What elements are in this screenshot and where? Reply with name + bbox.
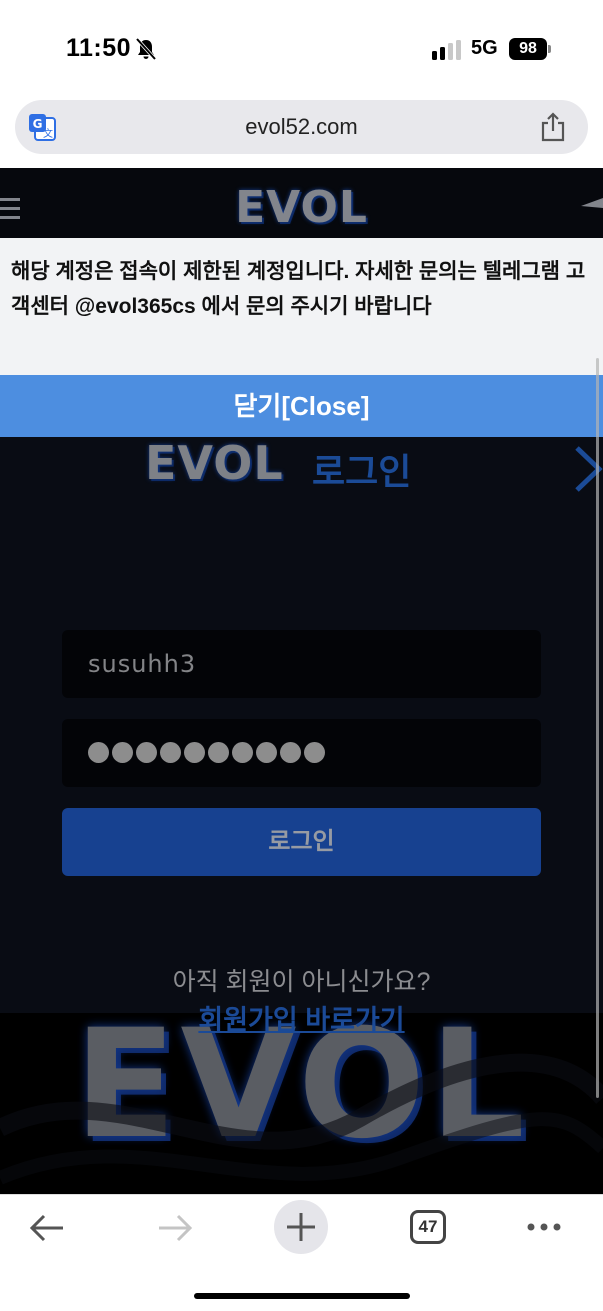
status-time: 11:50 (66, 34, 132, 62)
battery-icon: 98 (509, 38, 547, 60)
url-text[interactable]: evol52.com (15, 100, 588, 154)
battery-tip (548, 45, 551, 53)
home-indicator (194, 1293, 410, 1299)
alert-body: 해당 계정은 접속이 제한된 계정입니다. 자세한 문의는 텔레그램 고객센터 … (0, 238, 603, 375)
address-bar-area: G 文 evol52.com (0, 90, 603, 168)
status-bar: 11:50 5G 98 (0, 0, 603, 90)
back-arrow-icon[interactable] (29, 1213, 65, 1243)
address-bar[interactable]: G 文 evol52.com (15, 100, 588, 154)
network-type: 5G (471, 37, 498, 59)
alert-message: 해당 계정은 접속이 제한된 계정입니다. 자세한 문의는 텔레그램 고객센터 … (11, 260, 586, 318)
scroll-indicator[interactable] (596, 358, 599, 1098)
plus-icon (287, 1213, 315, 1241)
alert-close-button[interactable]: 닫기[Close] (0, 375, 603, 437)
silent-bell-icon (136, 38, 156, 60)
tabs-button[interactable]: 47 (410, 1210, 446, 1244)
browser-toolbar: 47 (0, 1194, 603, 1311)
forward-arrow-icon[interactable] (157, 1213, 193, 1243)
new-tab-button[interactable] (274, 1200, 328, 1254)
screen: 11:50 5G 98 G 文 evol52.com EVOL EVOL EVO… (0, 0, 603, 1311)
share-icon[interactable] (540, 112, 566, 142)
more-icon[interactable] (526, 1222, 562, 1232)
signal-icon (432, 40, 461, 60)
alert-dialog: 해당 계정은 접속이 제한된 계정입니다. 자세한 문의는 텔레그램 고객센터 … (0, 238, 603, 438)
web-content: EVOL EVOL EVOL 로그인 susuhh3 로그인 아직 회원이 아니… (0, 168, 603, 1194)
